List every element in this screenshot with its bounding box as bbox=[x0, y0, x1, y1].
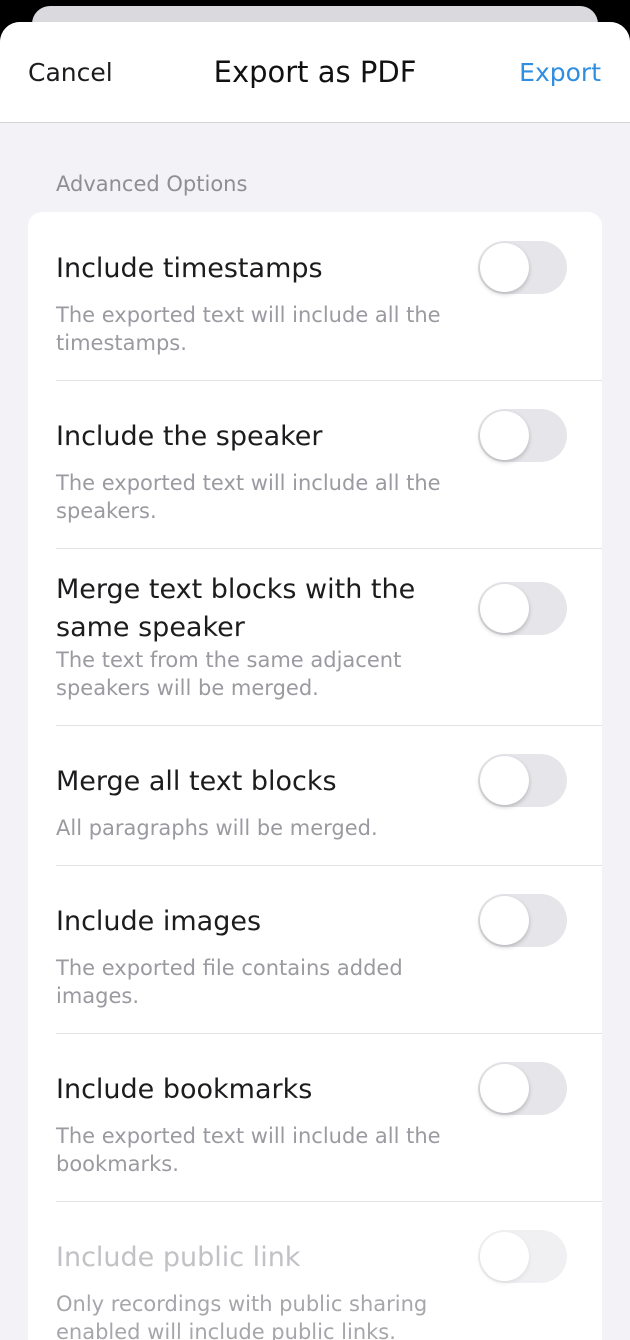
toggle-knob bbox=[480, 243, 529, 292]
nav-bar: Cancel Export as PDF Export bbox=[0, 22, 630, 123]
option-title: Merge all text blocks bbox=[56, 766, 337, 797]
option-title: Include bookmarks bbox=[56, 1074, 313, 1105]
option-include-speaker: Include the speaker The exported text wi… bbox=[28, 380, 602, 548]
export-sheet: Cancel Export as PDF Export Advanced Opt… bbox=[0, 22, 630, 1340]
option-include-images: Include images The exported file contain… bbox=[28, 865, 602, 1033]
option-title: Include timestamps bbox=[56, 253, 323, 284]
section-header: Advanced Options bbox=[56, 172, 248, 196]
option-include-timestamps: Include timestamps The exported text wil… bbox=[28, 212, 602, 380]
option-description: Only recordings with public sharing enab… bbox=[56, 1292, 428, 1340]
option-title: Merge text blocks with the same speaker bbox=[56, 574, 416, 643]
toggle-knob bbox=[480, 584, 529, 633]
option-description: The exported file contains added images. bbox=[56, 956, 403, 1008]
option-description: The exported text will include all the t… bbox=[56, 303, 441, 355]
include-public-link-toggle bbox=[478, 1230, 567, 1283]
include-speaker-toggle[interactable] bbox=[478, 409, 567, 462]
option-merge-same-speaker: Merge text blocks with the same speaker … bbox=[28, 548, 602, 725]
toggle-knob bbox=[480, 896, 529, 945]
merge-all-blocks-toggle[interactable] bbox=[478, 754, 567, 807]
option-merge-all-blocks: Merge all text blocks All paragraphs wil… bbox=[28, 725, 602, 865]
option-title: Include public link bbox=[56, 1242, 301, 1273]
options-card: Include timestamps The exported text wil… bbox=[28, 212, 602, 1340]
include-timestamps-toggle[interactable] bbox=[478, 241, 567, 294]
cancel-button[interactable]: Cancel bbox=[28, 58, 113, 87]
option-description: The exported text will include all the s… bbox=[56, 471, 441, 523]
option-title: Include images bbox=[56, 906, 262, 937]
toggle-knob bbox=[480, 1064, 529, 1113]
option-description: All paragraphs will be merged. bbox=[56, 816, 378, 840]
option-include-public-link: Include public link Only recordings with… bbox=[28, 1201, 602, 1340]
export-button[interactable]: Export bbox=[519, 58, 601, 87]
merge-same-speaker-toggle[interactable] bbox=[478, 582, 567, 635]
toggle-knob bbox=[480, 411, 529, 460]
option-title: Include the speaker bbox=[56, 421, 323, 452]
option-description: The exported text will include all the b… bbox=[56, 1124, 441, 1176]
toggle-knob bbox=[480, 1232, 529, 1281]
option-description: The text from the same adjacent speakers… bbox=[56, 648, 402, 700]
toggle-knob bbox=[480, 756, 529, 805]
option-include-bookmarks: Include bookmarks The exported text will… bbox=[28, 1033, 602, 1201]
include-bookmarks-toggle[interactable] bbox=[478, 1062, 567, 1115]
include-images-toggle[interactable] bbox=[478, 894, 567, 947]
